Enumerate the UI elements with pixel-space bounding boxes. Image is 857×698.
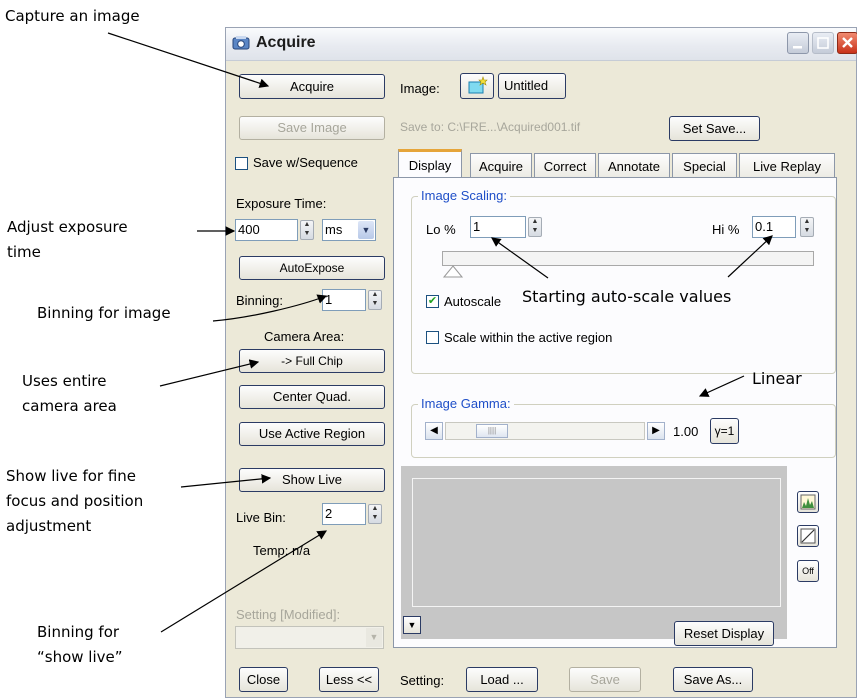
arrow-camera [159, 359, 260, 387]
arrow-hi [727, 235, 773, 278]
arrow-show-live [180, 474, 272, 488]
arrow-linear [698, 375, 745, 397]
arrow-capture [107, 32, 270, 88]
arrow-lo [491, 237, 549, 279]
annotation-arrows [107, 32, 773, 633]
arrow-live-bin [160, 530, 328, 633]
arrow-binning [212, 294, 328, 322]
